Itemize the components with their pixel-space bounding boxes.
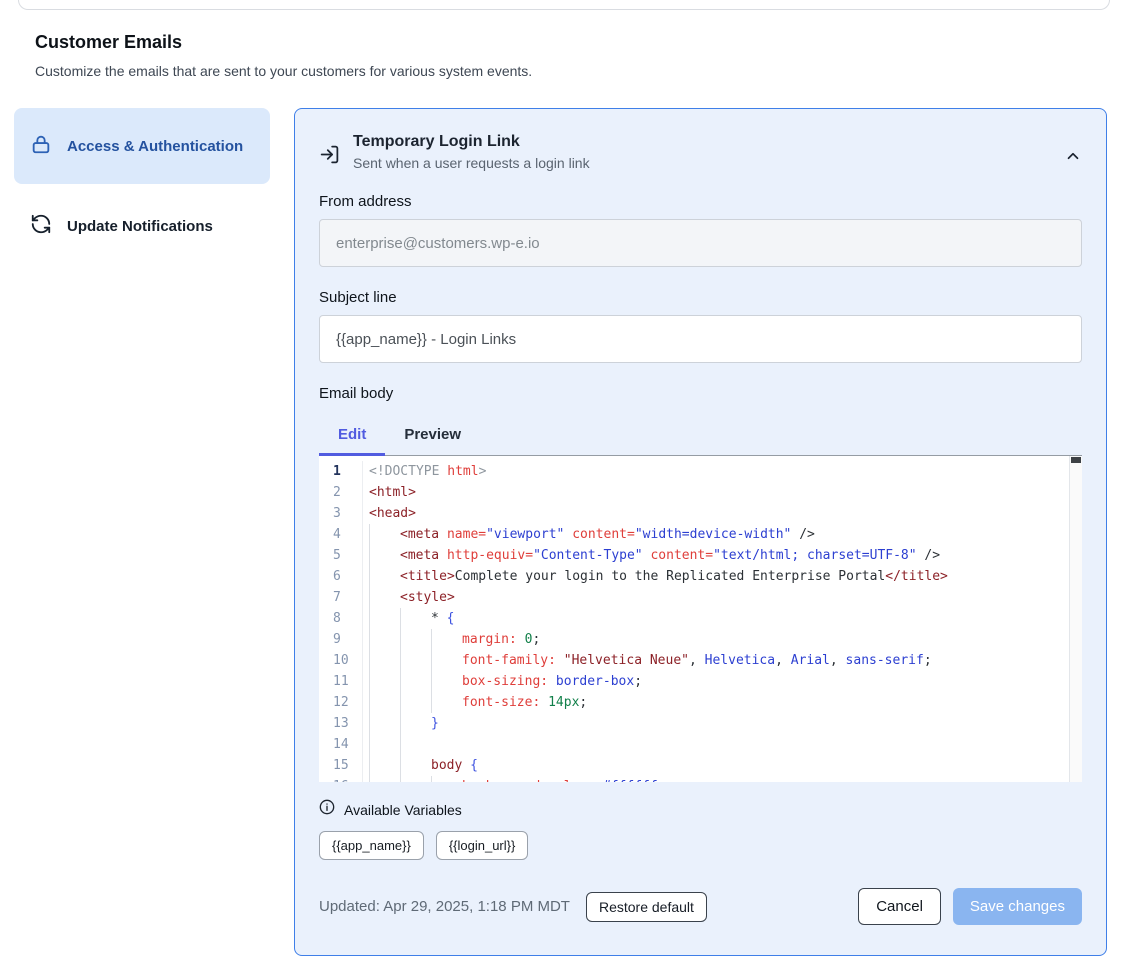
email-body-label: Email body (319, 385, 1082, 402)
from-address-label: From address (319, 193, 1082, 210)
editor-scrollbar[interactable] (1069, 456, 1082, 782)
info-icon (319, 799, 335, 820)
restore-default-button[interactable]: Restore default (586, 892, 707, 922)
code-line: 15body { (319, 755, 1069, 776)
lock-icon (30, 133, 52, 159)
panel-header-text: Temporary Login Link Sent when a user re… (353, 133, 590, 171)
code-line: 1<!DOCTYPE html> (319, 461, 1069, 482)
temporary-login-link-panel: Temporary Login Link Sent when a user re… (294, 108, 1107, 956)
variable-chip-app-name[interactable]: {{app_name}} (319, 831, 424, 860)
cancel-button[interactable]: Cancel (858, 888, 941, 925)
scrollbar-thumb[interactable] (1071, 457, 1081, 463)
code-line: 14 (319, 734, 1069, 755)
code-line: 12font-size: 14px; (319, 692, 1069, 713)
tab-preview[interactable]: Preview (385, 416, 480, 455)
variable-chips: {{app_name}} {{login_url}} (319, 831, 1082, 860)
code-line: 13} (319, 713, 1069, 734)
sidebar-item-access-authentication[interactable]: Access & Authentication (14, 108, 270, 184)
login-icon (319, 144, 340, 171)
variable-chip-login-url[interactable]: {{login_url}} (436, 831, 529, 860)
code-line: 9margin: 0; (319, 629, 1069, 650)
content-layout: Access & Authentication Update Notificat… (14, 108, 1128, 956)
code-line: 4<meta name="viewport" content="width=de… (319, 524, 1069, 545)
code-line: 6<title>Complete your login to the Repli… (319, 566, 1069, 587)
save-changes-button[interactable]: Save changes (953, 888, 1082, 925)
subject-line-input[interactable] (319, 315, 1082, 363)
page-description: Customize the emails that are sent to yo… (35, 63, 1128, 79)
code-line: 3<head> (319, 503, 1069, 524)
code-line: 8* { (319, 608, 1069, 629)
subject-line-label: Subject line (319, 289, 1082, 306)
panel-header: Temporary Login Link Sent when a user re… (319, 133, 1082, 171)
page-title: Customer Emails (35, 32, 1128, 53)
refresh-icon (30, 213, 52, 239)
email-body-tabs: Edit Preview (319, 416, 1082, 456)
sidebar-item-label: Update Notifications (67, 218, 213, 235)
updated-timestamp: Updated: Apr 29, 2025, 1:18 PM MDT (319, 898, 570, 915)
code-line: 2<html> (319, 482, 1069, 503)
sidebar-item-update-notifications[interactable]: Update Notifications (14, 200, 270, 252)
code-line: 11box-sizing: border-box; (319, 671, 1069, 692)
chevron-up-icon (1064, 153, 1082, 168)
previous-card-bottom-edge (18, 0, 1110, 10)
panel-title: Temporary Login Link (353, 133, 590, 151)
available-variables-row: Available Variables (319, 799, 1082, 820)
collapse-button[interactable] (1064, 143, 1082, 171)
tab-edit[interactable]: Edit (319, 416, 385, 455)
panel-footer: Updated: Apr 29, 2025, 1:18 PM MDT Resto… (319, 888, 1082, 925)
code-line: 7<style> (319, 587, 1069, 608)
email-types-sidebar: Access & Authentication Update Notificat… (14, 108, 270, 252)
code-line: 16background-color: #ffffff; (319, 776, 1069, 782)
sidebar-item-label: Access & Authentication (67, 138, 243, 155)
code-lines: 1<!DOCTYPE html>2<html>3<head>4<meta nam… (319, 456, 1069, 782)
code-line: 10font-family: "Helvetica Neue", Helveti… (319, 650, 1069, 671)
code-line: 5<meta http-equiv="Content-Type" content… (319, 545, 1069, 566)
from-address-input (319, 219, 1082, 267)
panel-subtitle: Sent when a user requests a login link (353, 155, 590, 171)
code-editor[interactable]: 1<!DOCTYPE html>2<html>3<head>4<meta nam… (319, 456, 1082, 782)
available-variables-label: Available Variables (344, 802, 462, 818)
